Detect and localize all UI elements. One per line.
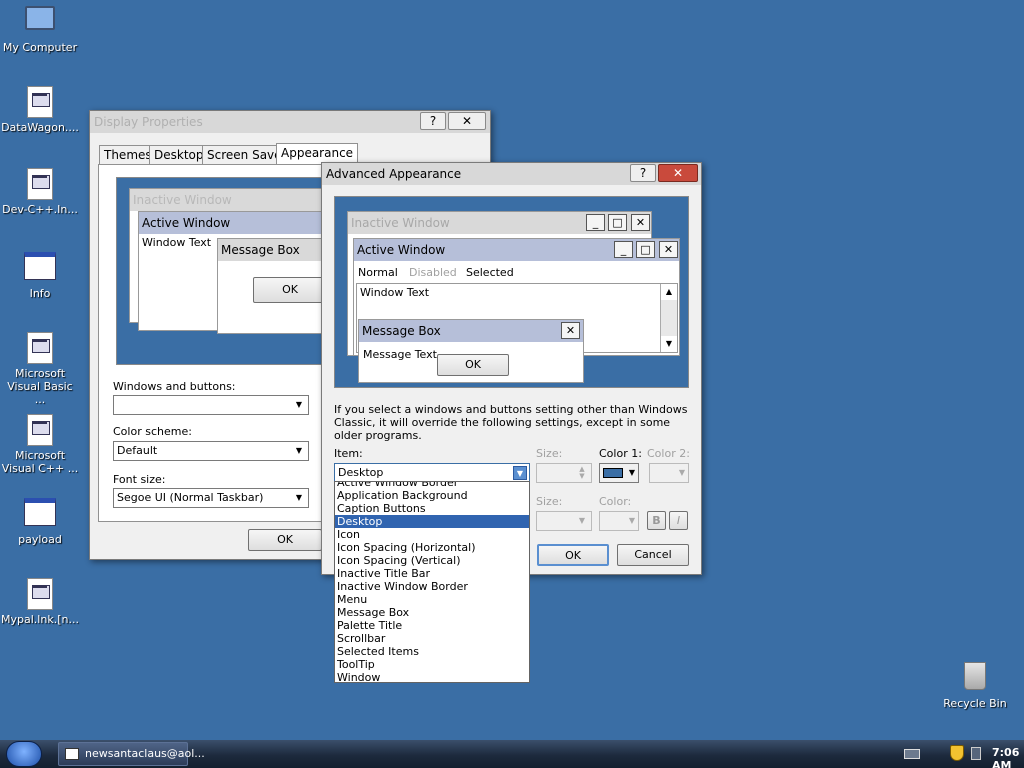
preview-ok-button: OK — [253, 277, 327, 303]
chevron-down-icon: ▼ — [628, 516, 636, 525]
list-item[interactable]: Application Background — [335, 489, 529, 502]
shield-icon[interactable] — [950, 745, 964, 761]
desktop-icon-datawagon[interactable]: DataWagon.... — [1, 86, 79, 134]
chevron-down-icon: ▼ — [295, 493, 303, 502]
preview-message-box: Message Box ✕ Message Text OK — [358, 319, 584, 383]
keyboard-icon[interactable] — [904, 749, 920, 759]
menu-normal: Normal — [358, 266, 398, 279]
close-button[interactable]: ✕ — [658, 164, 698, 182]
taskbar-item-mail[interactable]: newsantaclaus@aol... — [58, 742, 205, 766]
color-swatch — [603, 468, 623, 478]
font-size-label: Font size: — [113, 473, 166, 486]
size-label: Size: — [536, 447, 563, 460]
document-icon — [24, 168, 56, 200]
color2-picker[interactable]: ▼ — [649, 463, 689, 483]
window-icon — [24, 498, 56, 530]
document-icon — [24, 332, 56, 364]
font-size-label: Size: — [536, 495, 563, 508]
desktop-icon-payload[interactable]: payload — [1, 496, 79, 546]
list-item[interactable]: Inactive Window Border — [335, 580, 529, 593]
recycle-bin-icon — [959, 662, 991, 694]
item-dropdown-list[interactable]: Active Window Border Application Backgrou… — [334, 481, 530, 683]
computer-icon — [24, 6, 56, 38]
color1-picker[interactable]: ▼ — [599, 463, 639, 483]
italic-button[interactable]: I — [669, 511, 688, 530]
list-item[interactable]: Desktop — [335, 515, 529, 528]
desktop-icon-vb[interactable]: Microsoft Visual Basic ... — [1, 332, 79, 406]
ok-button[interactable]: OK — [248, 529, 322, 551]
desktop-icon-info[interactable]: Info — [1, 250, 79, 300]
tab-themes[interactable]: Themes — [99, 145, 157, 165]
desktop-icon-devcpp[interactable]: Dev-C++.In... — [1, 168, 79, 216]
menu-selected: Selected — [466, 266, 514, 279]
list-item[interactable]: Icon Spacing (Horizontal) — [335, 541, 529, 554]
color-scheme-select[interactable]: Default ▼ — [113, 441, 309, 461]
windows-buttons-label: Windows and buttons: — [113, 380, 236, 393]
list-item[interactable]: ToolTip — [335, 658, 529, 671]
window-icon — [24, 252, 56, 284]
font-size-select[interactable]: ▼ — [536, 511, 592, 531]
color-scheme-label: Color scheme: — [113, 425, 192, 438]
list-item[interactable]: Menu — [335, 593, 529, 606]
list-item[interactable]: Message Box — [335, 606, 529, 619]
system-tray: 7:06 AM — [874, 740, 1024, 768]
font-color-picker[interactable]: ▼ — [599, 511, 639, 531]
preview-ok-button: OK — [437, 354, 509, 376]
list-item[interactable]: Icon Spacing (Vertical) — [335, 554, 529, 567]
override-note: If you select a windows and buttons sett… — [334, 403, 688, 442]
clock[interactable]: 7:06 AM — [992, 746, 1024, 768]
item-select[interactable]: Desktop ▼ — [334, 463, 530, 483]
font-size-select[interactable]: Segoe UI (Normal Taskbar) ▼ — [113, 488, 309, 508]
list-item[interactable]: Palette Title — [335, 619, 529, 632]
close-button[interactable]: ✕ — [448, 112, 486, 130]
menu-disabled: Disabled — [409, 266, 457, 279]
taskbar: newsantaclaus@aol... 7:06 AM — [0, 740, 1024, 768]
chevron-down-icon: ▼ — [295, 446, 303, 455]
help-button[interactable]: ? — [630, 164, 656, 182]
chevron-down-icon: ▼ — [578, 516, 586, 525]
tab-desktop[interactable]: Desktop — [149, 145, 209, 165]
bold-button[interactable]: B — [647, 511, 666, 530]
font-color-label: Color: — [599, 495, 632, 508]
list-item[interactable]: Window — [335, 671, 529, 682]
chevron-down-icon: ▼ — [628, 468, 636, 477]
preview-scrollbar: ▲ ▼ — [660, 284, 677, 352]
list-item[interactable]: Caption Buttons — [335, 502, 529, 515]
mail-icon — [65, 748, 79, 760]
desktop-icon-my-computer[interactable]: My Computer — [1, 4, 79, 54]
size-spinner[interactable]: ▲ ▼ — [536, 463, 592, 483]
document-icon — [24, 86, 56, 118]
list-item[interactable]: Scrollbar — [335, 632, 529, 645]
chevron-down-icon: ▼ — [295, 400, 303, 409]
document-icon — [24, 414, 56, 446]
help-button[interactable]: ? — [420, 112, 446, 130]
document-icon — [24, 578, 56, 610]
list-item[interactable]: Inactive Title Bar — [335, 567, 529, 580]
chevron-down-icon: ▼ — [678, 468, 686, 477]
ok-button[interactable]: OK — [537, 544, 609, 566]
desktop-icon-vcpp[interactable]: Microsoft Visual C++ ... — [1, 414, 79, 475]
desktop-icon-recycle-bin[interactable]: Recycle Bin — [936, 660, 1014, 710]
desktop-icon-mypal[interactable]: Mypal.lnk.[n... — [1, 578, 79, 626]
start-button[interactable] — [6, 741, 42, 767]
cancel-button[interactable]: Cancel — [617, 544, 689, 566]
list-item[interactable]: Active Window Border — [335, 482, 529, 489]
network-icon[interactable] — [971, 747, 981, 760]
preview-message-box: Message Box OK — [217, 238, 327, 334]
color1-label: Color 1: — [599, 447, 642, 460]
list-item[interactable]: Icon — [335, 528, 529, 541]
item-label: Item: — [334, 447, 363, 460]
advanced-preview: Inactive Window _ □ ✕ Active Window _ □ ✕ No… — [334, 196, 689, 388]
list-item[interactable]: Selected Items — [335, 645, 529, 658]
color2-label: Color 2: — [647, 447, 690, 460]
windows-buttons-select[interactable]: ▼ — [113, 395, 309, 415]
chevron-down-icon: ▼ — [513, 466, 527, 480]
